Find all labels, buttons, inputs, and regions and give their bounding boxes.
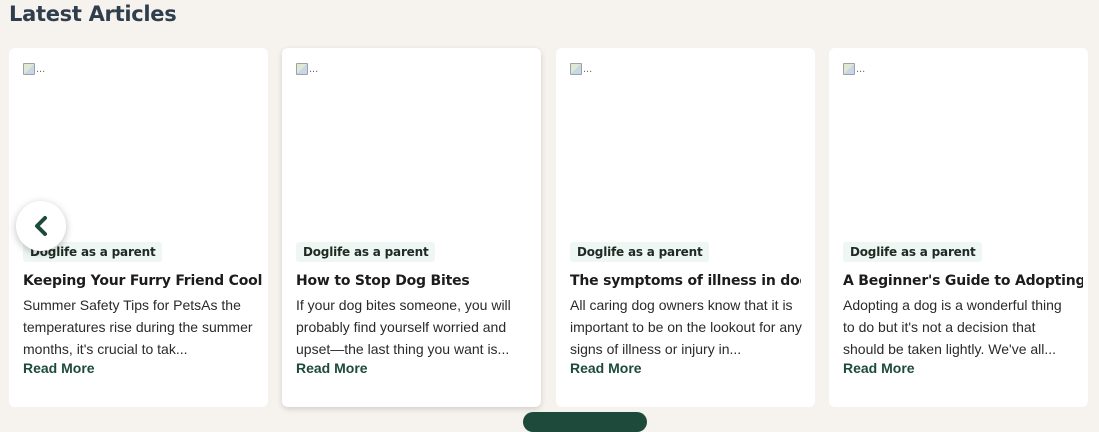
category-tag[interactable]: Doglife as a parent: [296, 242, 436, 262]
read-more-link[interactable]: Read More: [296, 360, 368, 376]
article-card[interactable]: ... Doglife as a parent The symptoms of …: [556, 48, 815, 407]
article-excerpt: Summer Safety Tips for PetsAs the temper…: [23, 297, 253, 357]
article-image[interactable]: ...: [570, 63, 592, 75]
broken-image-icon: [843, 63, 855, 75]
read-more-link[interactable]: Read More: [570, 360, 642, 376]
article-title[interactable]: Keeping Your Furry Friend Cool:: [23, 273, 263, 289]
article-excerpt: All caring dog owners know that it is im…: [570, 297, 802, 357]
broken-image-icon: [23, 63, 35, 75]
broken-image-icon: [570, 63, 582, 75]
article-title[interactable]: How to Stop Dog Bites: [296, 273, 536, 289]
view-all-button[interactable]: [523, 412, 647, 432]
image-alt-text: ...: [583, 63, 593, 75]
article-image[interactable]: ...: [843, 63, 865, 75]
image-alt-text: ...: [856, 63, 866, 75]
image-alt-text: ...: [36, 63, 46, 75]
chevron-left-icon: [35, 216, 47, 236]
section-title: Latest Articles: [9, 2, 177, 26]
carousel-prev-button[interactable]: [16, 201, 66, 251]
category-tag[interactable]: Doglife as a parent: [570, 242, 710, 262]
article-image[interactable]: ...: [296, 63, 318, 75]
article-excerpt: If your dog bites someone, you will prob…: [296, 297, 511, 357]
article-title[interactable]: The symptoms of illness in dogs: [570, 273, 801, 289]
article-card[interactable]: ... Doglife as a parent How to Stop Dog …: [282, 48, 541, 407]
image-alt-text: ...: [309, 63, 319, 75]
category-tag[interactable]: Doglife as a parent: [843, 242, 983, 262]
article-card[interactable]: ... Doglife as a parent A Beginner's Gui…: [829, 48, 1088, 407]
article-image[interactable]: ...: [23, 63, 45, 75]
article-excerpt: Adopting a dog is a wonderful thing to d…: [843, 297, 1062, 357]
read-more-link[interactable]: Read More: [843, 360, 915, 376]
read-more-link[interactable]: Read More: [23, 360, 95, 376]
broken-image-icon: [296, 63, 308, 75]
article-title[interactable]: A Beginner's Guide to Adopting: [843, 273, 1083, 289]
